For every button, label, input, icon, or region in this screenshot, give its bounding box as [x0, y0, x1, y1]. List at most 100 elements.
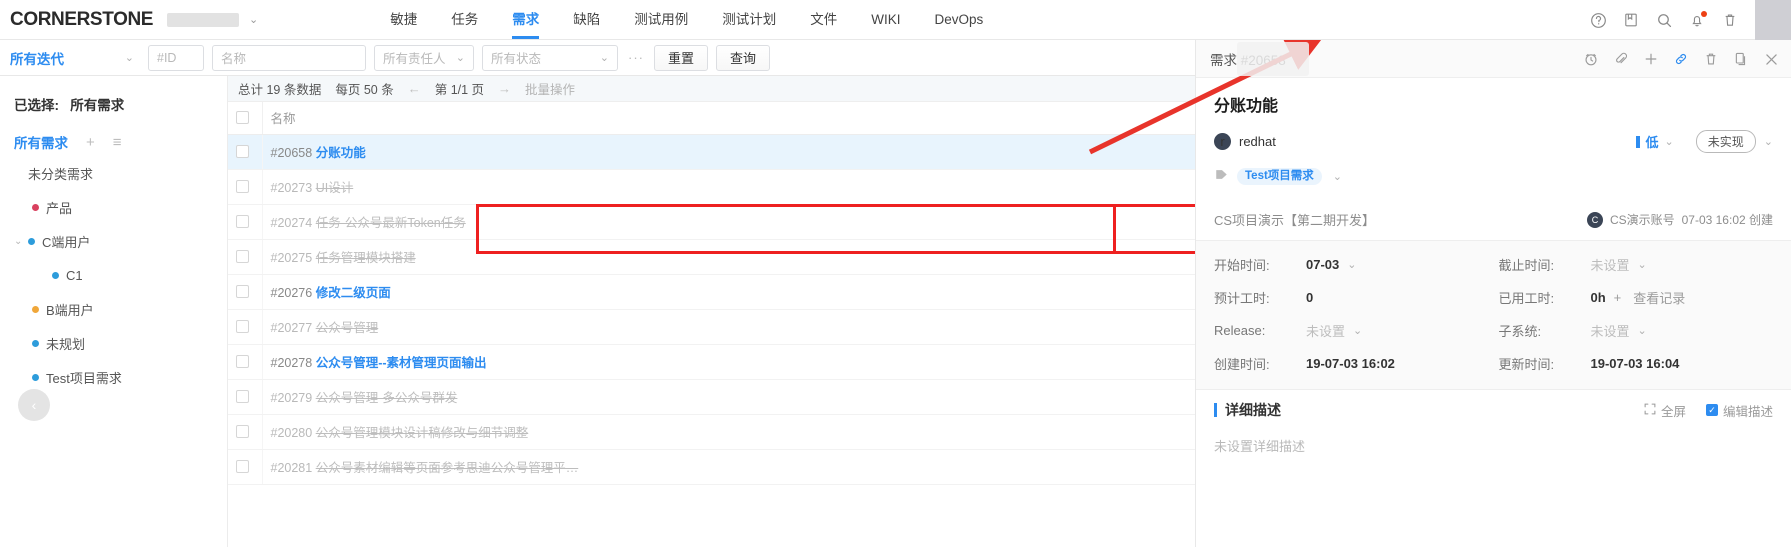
book-icon[interactable] — [1623, 12, 1640, 29]
row-checkbox[interactable] — [236, 425, 249, 438]
reset-button[interactable]: 重置 — [654, 44, 709, 71]
detail-owner[interactable]: r redhat — [1214, 133, 1276, 150]
sidebar-item-c-end-user[interactable]: ⌄ C端用户 — [0, 224, 227, 258]
add-worklog-icon[interactable]: + — [1614, 290, 1622, 305]
owner-select[interactable]: 所有责任人 ⌄ — [374, 44, 474, 71]
sidebar-item-c1[interactable]: C1 — [0, 258, 227, 292]
row-title-link[interactable]: 公众号管理模块设计稿修改与细节调整 — [316, 426, 529, 440]
sidebar-item-b-end-user[interactable]: B端用户 — [0, 292, 227, 326]
nav-item-testcase[interactable]: 测试用例 — [617, 0, 705, 39]
chevron-down-icon[interactable]: ⌄ — [1638, 324, 1647, 337]
next-page-button[interactable]: → — [498, 81, 511, 96]
query-button[interactable]: 查询 — [716, 44, 771, 71]
fullscreen-button[interactable]: 全屏 — [1644, 401, 1686, 420]
help-icon[interactable] — [1590, 12, 1607, 29]
sidebar-item-uncategorized[interactable]: 未分类需求 — [0, 156, 227, 190]
sidebar-item-all-requirements[interactable]: 所有需求 — [14, 132, 68, 152]
detail-field[interactable]: 子系统: 未设置 ⌄ — [1499, 321, 1774, 340]
detail-field[interactable]: 预计工时: 0 — [1214, 288, 1489, 307]
nav-item-file[interactable]: 文件 — [793, 0, 854, 39]
bell-icon[interactable] — [1689, 10, 1707, 29]
link-icon[interactable] — [1673, 51, 1689, 67]
row-title-link[interactable]: 公众号管理-多公众号群发 — [316, 391, 458, 405]
chevron-down-icon[interactable]: ⌄ — [1333, 170, 1342, 183]
row-title-link[interactable]: 分账功能 — [316, 146, 366, 160]
chevron-down-icon: ⌄ — [1664, 136, 1674, 148]
row-title-link[interactable]: 公众号素材编辑等页面参考思迪公众号管理平… — [316, 461, 579, 475]
row-title-link[interactable]: 公众号管理 — [316, 321, 379, 335]
id-input[interactable]: #ID — [148, 44, 204, 71]
expand-chevron-down-icon[interactable]: ⌄ — [14, 236, 28, 247]
project-switch-chevron-down-icon[interactable]: ⌄ — [249, 13, 258, 26]
detail-field[interactable]: 创建时间: 19-07-03 16:02 — [1214, 354, 1489, 373]
chevron-down-icon[interactable]: ⌄ — [1347, 258, 1356, 271]
paperclip-icon[interactable] — [1613, 51, 1629, 67]
more-filters-button[interactable]: ··· — [626, 50, 646, 65]
category-menu-icon[interactable]: ≡ — [113, 135, 122, 150]
row-title-link[interactable]: 公众号管理--素材管理页面输出 — [316, 356, 487, 370]
sidebar-item-product[interactable]: 产品 — [0, 190, 227, 224]
detail-state-select[interactable]: 未实现 ⌄ — [1695, 130, 1773, 153]
name-input[interactable]: 名称 — [212, 44, 366, 71]
iteration-select[interactable]: 所有迭代 ⌄ — [10, 48, 140, 68]
detail-description-empty[interactable]: 未设置详细描述 — [1196, 430, 1791, 461]
app-logo[interactable]: CORNERSTONE — [0, 9, 153, 31]
row-checkbox[interactable] — [236, 285, 249, 298]
row-checkbox[interactable] — [236, 390, 249, 403]
row-checkbox-cell — [228, 274, 263, 310]
row-checkbox[interactable] — [236, 180, 249, 193]
trash-icon[interactable] — [1703, 51, 1719, 67]
row-checkbox[interactable] — [236, 215, 249, 228]
prev-page-button[interactable]: ← — [408, 81, 421, 96]
row-checkbox[interactable] — [236, 460, 249, 473]
select-all-checkbox[interactable] — [236, 111, 249, 125]
row-id: #20658 — [270, 146, 313, 160]
detail-category-tag[interactable]: Test项目需求 — [1237, 167, 1322, 185]
status-select[interactable]: 所有状态 ⌄ — [482, 44, 618, 71]
detail-field[interactable]: 开始时间: 07-03 ⌄ — [1214, 255, 1489, 274]
sidebar-item-unplanned[interactable]: 未规划 — [0, 326, 227, 360]
row-title-link[interactable]: 任务-公众号最新Token任务 — [316, 216, 466, 230]
detail-field[interactable]: 已用工时: 0h + 查看记录 — [1499, 288, 1774, 307]
nav-item-wiki[interactable]: WIKI — [854, 0, 917, 39]
nav-item-agile[interactable]: 敏捷 — [373, 0, 434, 39]
selected-summary-value: 所有需求 — [70, 98, 125, 113]
close-icon[interactable] — [1763, 51, 1779, 67]
page-size-label[interactable]: 每页 50 条 — [335, 79, 393, 98]
detail-priority-select[interactable]: 低 ⌄ — [1635, 132, 1674, 151]
nav-item-devops[interactable]: DevOps — [918, 0, 1001, 39]
clock-icon[interactable] — [1583, 51, 1599, 67]
detail-field[interactable]: 截止时间: 未设置 ⌄ — [1499, 255, 1774, 274]
row-id: #20274 — [270, 216, 313, 230]
detail-description-title: 详细描述 — [1225, 402, 1281, 418]
row-checkbox-cell — [228, 239, 263, 275]
row-checkbox-cell — [228, 414, 263, 450]
row-title-link[interactable]: UI设计 — [316, 181, 354, 195]
detail-field[interactable]: Release: 未设置 ⌄ — [1214, 321, 1489, 340]
nav-item-testplan[interactable]: 测试计划 — [705, 0, 793, 39]
plus-icon[interactable] — [1643, 51, 1659, 67]
chevron-down-icon[interactable]: ⌄ — [1638, 258, 1647, 271]
nav-item-defect[interactable]: 缺陷 — [556, 0, 617, 39]
edit-description-toggle[interactable]: ✓ 编辑描述 — [1705, 401, 1773, 420]
batch-operation-button[interactable]: 批量操作 — [525, 79, 575, 98]
row-title-link[interactable]: 任务管理模块搭建 — [316, 251, 416, 265]
nav-item-requirement[interactable]: 需求 — [495, 0, 556, 39]
search-icon[interactable] — [1656, 12, 1673, 29]
row-title-link[interactable]: 修改二级页面 — [316, 286, 391, 300]
row-checkbox[interactable] — [236, 320, 249, 333]
priority-bar-icon — [1635, 135, 1640, 148]
chevron-down-icon[interactable]: ⌄ — [1353, 324, 1362, 337]
nav-item-task[interactable]: 任务 — [434, 0, 495, 39]
trash-icon[interactable] — [1722, 12, 1739, 29]
row-checkbox[interactable] — [236, 355, 249, 368]
row-id: #20278 — [270, 356, 313, 370]
add-category-icon[interactable]: + — [86, 135, 95, 150]
collapse-sidebar-button[interactable]: ‹ — [18, 389, 50, 421]
copy-icon[interactable] — [1733, 51, 1749, 67]
detail-field[interactable]: 更新时间: 19-07-03 16:04 — [1499, 354, 1774, 373]
row-checkbox[interactable] — [236, 145, 249, 158]
user-avatar[interactable] — [1755, 0, 1791, 40]
row-checkbox[interactable] — [236, 250, 249, 263]
view-records-link[interactable]: 查看记录 — [1633, 288, 1685, 307]
